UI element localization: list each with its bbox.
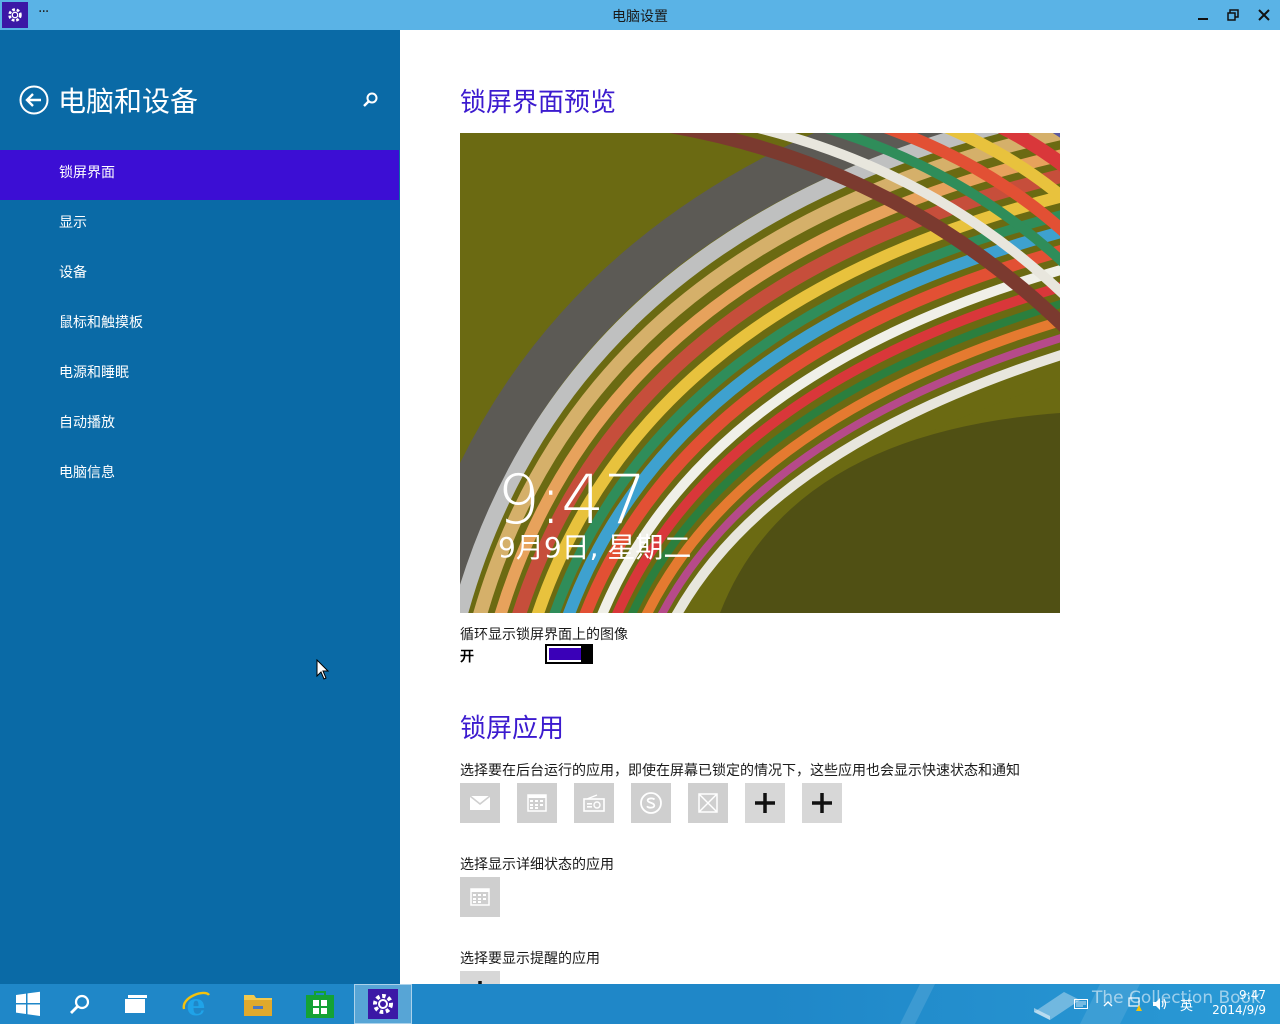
tray-message-icon[interactable] [1074,996,1088,1012]
main-content: 锁屏界面预览 9:47 9月9日, 星期二 循环显示锁屏界面上的图像 开 锁屏应… [400,30,1280,984]
slideshow-state: 开 [460,649,474,665]
slideshow-label: 循环显示锁屏界面上的图像 [460,627,628,643]
back-button[interactable] [19,85,49,115]
network-warning-icon[interactable] [1127,996,1143,1012]
lock-screen-preview: 9:47 9月9日, 星期二 [460,133,1060,613]
task-view-button[interactable] [108,984,164,1024]
radio-icon [583,794,605,812]
toggle-fill [549,648,583,660]
mail-icon [469,795,491,810]
back-arrow-icon [19,85,49,115]
detail-app-calendar[interactable] [460,877,500,917]
sidebar-item-devices[interactable]: 设备 [0,250,400,300]
skype-icon [640,792,662,814]
sidebar-item-pc-info[interactable]: 电脑信息 [0,450,400,500]
lock-app-radio[interactable] [574,783,614,823]
store-icon [306,991,334,1018]
detail-status-label: 选择显示详细状态的应用 [460,857,614,873]
lock-app-skype[interactable] [631,783,671,823]
alarm-apps [460,971,500,984]
lock-app-calendar[interactable] [517,783,557,823]
toggle-thumb[interactable] [581,644,593,664]
add-alarm-app-button[interactable] [460,971,500,984]
calendar-icon [527,794,547,812]
detail-status-apps [460,877,500,917]
preview-heading: 锁屏界面预览 [460,88,617,118]
mouse-cursor-icon [316,659,330,680]
windows-logo-icon [16,991,40,1016]
alarm-apps-label: 选择要显示提醒的应用 [460,951,600,967]
blocked-icon [698,793,718,813]
lock-app-mail[interactable] [460,783,500,823]
taskbar-clock[interactable]: 9:47 2014/9/9 [1196,988,1266,1018]
clock-date: 2014/9/9 [1212,1003,1266,1017]
settings-gear-icon [368,989,398,1019]
page-title: 电脑和设备 [58,85,199,118]
sidebar-item-mouse-touchpad[interactable]: 鼠标和触摸板 [0,300,400,350]
lock-preview-date: 9月9日, 星期二 [498,531,692,564]
internet-explorer-icon: e [182,989,210,1019]
sidebar-item-lock-screen[interactable]: 锁屏界面 [0,150,399,200]
restore-button[interactable] [1222,4,1244,26]
add-lock-app-button[interactable] [745,783,785,823]
sidebar-item-power-sleep[interactable]: 电源和睡眠 [0,350,400,400]
add-lock-app-button[interactable] [802,783,842,823]
taskbar-search-button[interactable] [52,984,108,1024]
window-title: 电脑设置 [612,9,668,25]
sidebar-nav: 锁屏界面 显示 设备 鼠标和触摸板 电源和睡眠 自动播放 电脑信息 [0,150,400,500]
search-icon [363,92,378,107]
title-bar: ··· 电脑设置 [0,0,1280,30]
calendar-icon [470,888,490,906]
taskbar-internet-explorer[interactable]: e [168,984,224,1024]
search-icon [70,994,90,1014]
taskbar: e The Collection Book 英 9:47 2014/9/9 [0,984,1280,1024]
sidebar: 电脑和设备 锁屏界面 显示 设备 鼠标和触摸板 电源和睡眠 自动播放 电脑信息 [0,30,400,984]
clock-time: 9:47 [1239,988,1266,1002]
task-view-icon [125,995,147,1013]
taskbar-file-explorer[interactable] [230,984,286,1024]
sidebar-item-autoplay[interactable]: 自动播放 [0,400,400,450]
minimize-button[interactable] [1192,4,1214,26]
plus-icon [812,793,832,813]
apps-heading: 锁屏应用 [460,714,565,744]
search-button[interactable] [360,90,380,110]
tray-expand-icon[interactable] [1103,996,1113,1012]
close-button[interactable] [1253,4,1275,26]
lock-app-unavailable[interactable] [688,783,728,823]
apps-description: 选择要在后台运行的应用，即使在屏幕已锁定的情况下，这些应用也会显示快速状态和通知 [460,763,1020,779]
input-method-indicator[interactable]: 英 [1180,996,1193,1014]
taskbar-store[interactable] [292,984,348,1024]
quick-status-apps [460,783,842,823]
slideshow-toggle[interactable] [545,644,593,664]
taskbar-pc-settings[interactable] [354,984,412,1024]
folder-icon [244,995,272,1016]
start-button[interactable] [0,984,56,1024]
plus-icon [755,793,775,813]
volume-icon[interactable] [1152,996,1168,1012]
sidebar-item-display[interactable]: 显示 [0,200,400,250]
